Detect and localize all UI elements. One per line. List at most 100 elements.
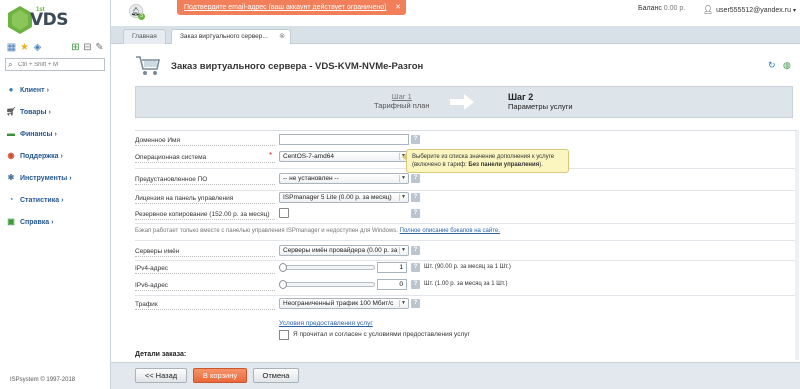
ipv6-count-input[interactable] xyxy=(377,279,407,290)
tab-bar: Главная Заказ виртуального сервер... ⊗ xyxy=(111,26,800,44)
sidebar-item-help[interactable]: ▣ Справка › xyxy=(0,211,111,233)
field-license: Лицензия на панель управления ISPmanager… xyxy=(135,192,795,206)
traffic-select[interactable]: Неограниченный трафик 100 Мбит/с ▼ xyxy=(279,298,409,309)
sidebar-item-stats[interactable]: ◔ Статистика › xyxy=(0,189,111,211)
logo[interactable]: 1st VDS xyxy=(8,6,78,36)
main-content: Заказ виртуального сервера - VDS-KVM-NVM… xyxy=(111,44,800,389)
step-title: Тарифный план xyxy=(374,101,430,110)
help-icon[interactable]: ? xyxy=(411,246,420,255)
user-menu[interactable]: 👤︎ user555512@yandex.ru ▾ xyxy=(703,5,796,14)
dns-select-value: Серверы имён провайдера (0.00 р. за xyxy=(283,247,398,254)
chevron-right-icon: › xyxy=(54,130,57,138)
tooltip-end: ). xyxy=(539,162,543,168)
add-to-cart-button[interactable]: В корзину xyxy=(193,368,247,383)
notice-text[interactable]: Подтвердите email-адрес (ваш аккаунт дей… xyxy=(184,4,387,11)
ipv4-price: Шт. (90.00 р. за месяц за 1 Шт.) xyxy=(424,264,511,270)
help-icon[interactable]: ? xyxy=(411,193,420,202)
sidebar-item-products[interactable]: 🛒︎ Товары › xyxy=(0,101,111,123)
divider xyxy=(135,190,795,191)
dns-select[interactable]: Серверы имён провайдера (0.00 р. за ▼ xyxy=(279,245,409,256)
sidebar-nav: ● Клиент › 🛒︎ Товары › ▬ Финансы › ◉ Под… xyxy=(0,79,111,233)
grid-icon[interactable]: ▦ xyxy=(6,42,17,53)
email-confirm-notice[interactable]: Подтвердите email-адрес (ваш аккаунт дей… xyxy=(177,0,406,15)
refresh-icon[interactable]: ↻ xyxy=(768,60,776,71)
ipv4-slider[interactable] xyxy=(279,263,375,272)
backup-description-link[interactable]: Полное описание бэкапов на сайте. xyxy=(400,228,500,234)
help-icon[interactable]: ? xyxy=(411,299,420,308)
field-label: Резервное копирование (152.00 р. за меся… xyxy=(135,211,275,220)
arrow-right-icon xyxy=(450,94,474,110)
sidebar-item-support[interactable]: ◉ Поддержка › xyxy=(0,145,111,167)
chevron-down-icon: ▼ xyxy=(399,300,407,307)
tab-label: Главная xyxy=(132,33,157,40)
chevron-right-icon: › xyxy=(60,152,63,160)
preinstalled-select-value: -- не установлен -- xyxy=(283,175,339,182)
step-number: Шаг 2 xyxy=(508,92,534,102)
puzzle-icon[interactable]: ◈ xyxy=(32,42,43,53)
tab-home[interactable]: Главная xyxy=(123,29,166,44)
ipv4-count-input[interactable] xyxy=(377,262,407,273)
tab-label: Заказ виртуального сервер... xyxy=(180,33,268,40)
license-select-value: ISPmanager 5 Lite (0.00 р. за месяц) xyxy=(283,194,392,201)
help-icon[interactable]: ? xyxy=(411,280,420,289)
help-icon[interactable]: ? xyxy=(411,174,420,183)
expand-icon[interactable]: ⊞ xyxy=(70,42,81,53)
tooltip-bold: Без панели управления xyxy=(468,162,540,168)
pin-icon[interactable]: ✎ xyxy=(94,42,105,53)
logo-text: VDS xyxy=(30,10,69,30)
field-traffic: Трафик Неограниченный трафик 100 Мбит/с … xyxy=(135,298,795,312)
notifications-button[interactable]: 🔔︎ 3 xyxy=(129,4,145,20)
domain-input[interactable] xyxy=(279,134,409,145)
help-icon[interactable]: ? xyxy=(411,135,420,144)
required-marker: * xyxy=(269,151,273,160)
slider-handle[interactable] xyxy=(279,280,287,289)
wizard-steps: Шаг 1 Тарифный план Шаг 2 Параметры услу… xyxy=(135,86,793,118)
chevron-right-icon: › xyxy=(46,86,49,94)
chevron-right-icon: › xyxy=(48,108,51,116)
field-ipv6: IPv6-адрес ? Шт. (1.00 р. за месяц за 1 … xyxy=(135,279,795,293)
tab-order[interactable]: Заказ виртуального сервер... ⊗ xyxy=(171,29,291,44)
step-number[interactable]: Шаг 1 xyxy=(374,92,430,101)
star-icon[interactable]: ★ xyxy=(19,42,30,53)
help-icon[interactable]: ? xyxy=(411,263,420,272)
collapse-icon[interactable]: ⊟ xyxy=(82,42,93,53)
help-icon[interactable]: ? xyxy=(411,209,420,218)
page-title: Заказ виртуального сервера - VDS-KVM-NVM… xyxy=(171,61,424,72)
close-icon[interactable]: ✕ xyxy=(395,0,401,15)
sidebar-item-client[interactable]: ● Клиент › xyxy=(0,79,111,101)
sidebar-item-label: Товары xyxy=(20,108,47,116)
agree-checkbox[interactable] xyxy=(279,330,289,340)
chevron-down-icon: ▼ xyxy=(399,175,407,182)
menu-search: ⌕ xyxy=(5,58,105,71)
cancel-button[interactable]: Отмена xyxy=(253,368,299,383)
license-select[interactable]: ISPmanager 5 Lite (0.00 р. за месяц) ▼ xyxy=(279,192,409,203)
divider xyxy=(135,223,795,224)
field-label: Доменное Имя xyxy=(135,137,275,146)
sidebar-item-label: Поддержка xyxy=(20,152,59,160)
sidebar-item-finance[interactable]: ▬ Финансы › xyxy=(0,123,111,145)
sidebar-item-tools[interactable]: ✱ Инструменты › xyxy=(0,167,111,189)
field-dns: Серверы имён Серверы имён провайдера (0.… xyxy=(135,245,795,259)
sidebar-item-label: Клиент xyxy=(20,86,45,94)
wizard-step-1[interactable]: Шаг 1 Тарифный план xyxy=(374,92,430,110)
back-button[interactable]: << Назад xyxy=(135,368,187,383)
terms-link[interactable]: Условия предоставления услуг xyxy=(279,320,373,327)
menu-search-input[interactable] xyxy=(18,60,102,70)
sidebar-toolbar: ▦ ★ ◈ ⊞ ⊟ ✎ xyxy=(6,42,106,54)
field-label: Лицензия на панель управления xyxy=(135,195,275,204)
ipv6-slider[interactable] xyxy=(279,280,375,289)
page-tools: ↻ ◍ xyxy=(768,60,798,72)
ipv6-price: Шт. (1.00 р. за месяц за 1 Шт.) xyxy=(424,281,508,287)
tab-close-icon[interactable]: ⊗ xyxy=(279,30,285,44)
backup-checkbox[interactable] xyxy=(279,208,289,218)
slider-handle[interactable] xyxy=(279,263,287,272)
preinstalled-select[interactable]: -- не установлен -- ▼ xyxy=(279,173,409,184)
field-domain: Доменное Имя ? xyxy=(135,134,795,148)
divider xyxy=(135,295,795,296)
user-email: user555512@yandex.ru xyxy=(716,7,791,14)
backup-note: Бэкап работает только вместе с панелью у… xyxy=(135,228,795,234)
divider xyxy=(135,240,795,241)
globe-icon[interactable]: ◍ xyxy=(783,60,791,71)
os-select[interactable]: CentOS-7-amd64 ▼ xyxy=(279,151,409,162)
balance: Баланс 0.00 р. xyxy=(638,5,685,12)
